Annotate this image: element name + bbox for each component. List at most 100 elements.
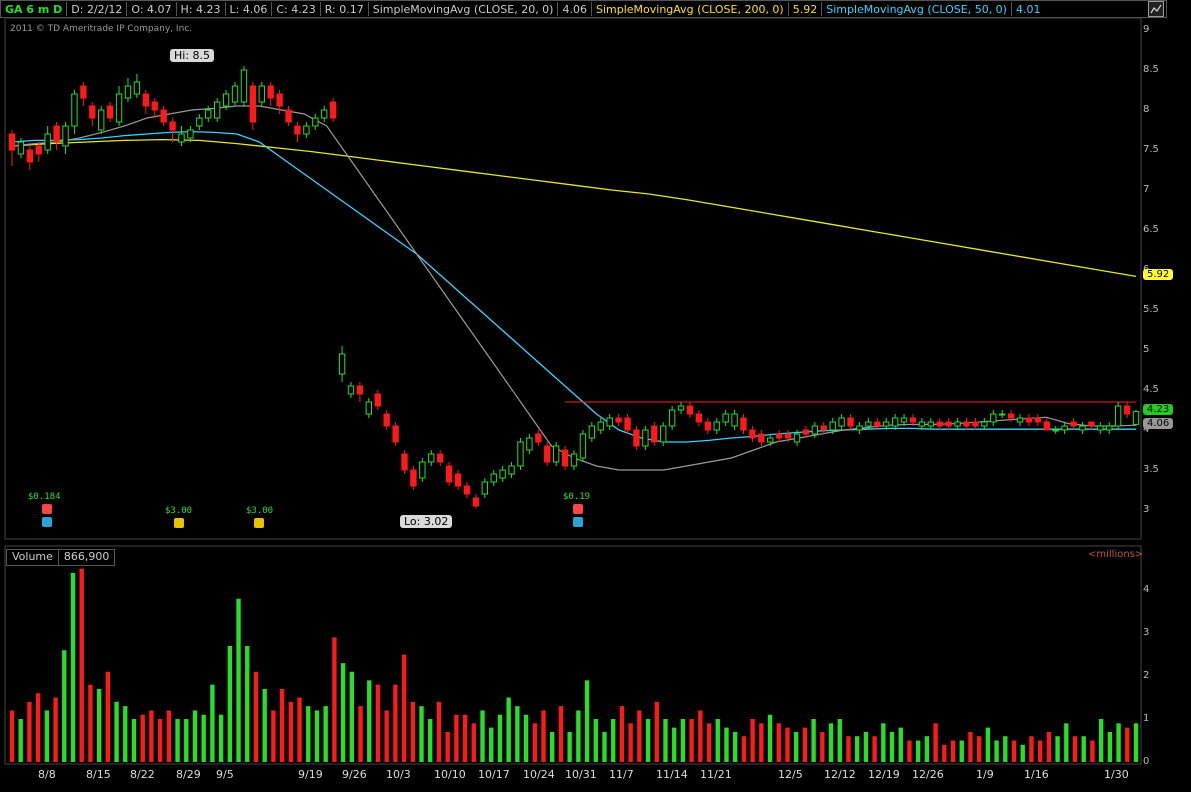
date-tick: 12/26 <box>912 768 944 781</box>
candle-body <box>918 421 926 427</box>
dividend-icon[interactable] <box>42 504 52 514</box>
candle-body <box>71 93 78 127</box>
price-chart[interactable] <box>0 0 1191 792</box>
volume-bar <box>27 701 32 762</box>
candle-body <box>401 453 408 471</box>
candle-body <box>883 421 890 427</box>
candle-body <box>624 417 631 431</box>
candle-body <box>249 85 257 123</box>
candle-body <box>472 497 480 507</box>
volume-bar <box>306 706 311 762</box>
candle-body <box>312 117 319 127</box>
candle-body <box>392 425 399 443</box>
candle-body <box>847 417 854 427</box>
volume-bar <box>332 637 337 762</box>
candle-body <box>579 433 587 459</box>
candle-body <box>222 93 230 107</box>
dividend-icon[interactable] <box>254 518 264 528</box>
candle-body <box>561 449 569 467</box>
candle-body <box>62 125 69 147</box>
candle-body <box>802 429 810 435</box>
volume-bar <box>1116 723 1121 762</box>
candle-body <box>329 101 337 119</box>
volume-bar <box>323 706 328 762</box>
dividend-icon[interactable] <box>573 517 583 527</box>
dividend-icon[interactable] <box>42 517 52 527</box>
volume-tick: 2 <box>1143 670 1150 682</box>
candle-body <box>606 417 613 427</box>
candle-body <box>240 69 248 103</box>
candle-body <box>927 421 935 427</box>
volume-bar <box>698 710 703 762</box>
date-tick: 10/3 <box>386 768 411 781</box>
volume-bar <box>759 723 764 762</box>
candle-body <box>704 421 711 431</box>
volume-bar <box>454 714 459 762</box>
candle-body <box>89 105 96 119</box>
candle-body <box>1088 421 1095 427</box>
candle-body <box>347 385 355 395</box>
volume-bar <box>1011 740 1017 762</box>
candle-body <box>8 133 16 151</box>
candle-body <box>1007 413 1015 419</box>
volume-bar <box>637 710 642 762</box>
volume-bar <box>611 719 616 762</box>
volume-bar <box>794 731 799 762</box>
candle-body <box>775 433 783 439</box>
volume-label[interactable]: Volume <box>7 550 58 565</box>
candle-body <box>115 93 123 123</box>
volume-bar <box>593 719 598 762</box>
price-tick: 9 <box>1143 24 1150 35</box>
volume-bar <box>619 706 625 762</box>
candle-body <box>660 425 667 443</box>
volume-bar <box>393 684 398 762</box>
volume-bar <box>680 719 686 762</box>
date-tick: 1/30 <box>1104 768 1129 781</box>
volume-bar <box>218 714 224 762</box>
candle-body <box>1079 425 1086 431</box>
candle-body <box>321 109 328 119</box>
volume-bar <box>340 663 346 762</box>
candle-body <box>811 425 819 435</box>
candle-body <box>891 417 899 427</box>
dividend-icon[interactable] <box>174 518 184 528</box>
volume-bar <box>1133 723 1139 762</box>
volume-bar <box>1029 736 1034 762</box>
volume-bar <box>837 719 842 762</box>
candle-body <box>1034 417 1042 423</box>
candle-body <box>1025 417 1033 423</box>
volume-bar <box>401 654 407 762</box>
volume-bar <box>1081 736 1086 762</box>
volume-bar <box>384 710 389 762</box>
volume-bar <box>35 693 41 762</box>
volume-bar <box>297 697 302 762</box>
volume-bar <box>942 744 947 762</box>
candle-body <box>17 141 25 155</box>
volume-bar <box>245 645 250 762</box>
date-tick: 9/5 <box>216 768 234 781</box>
candle-body <box>945 421 952 427</box>
candle-body <box>829 421 836 431</box>
candle-body <box>454 473 462 487</box>
candle-body <box>44 133 51 151</box>
candle-body <box>865 421 872 427</box>
candle-body <box>106 105 114 119</box>
volume-bar <box>1072 736 1078 762</box>
volume-bar <box>123 706 128 762</box>
volume-bar <box>70 572 76 762</box>
date-tick: 10/24 <box>523 768 555 781</box>
volume-bar <box>968 731 973 762</box>
volume-bar <box>959 740 964 762</box>
volume-tick: 3 <box>1143 627 1150 639</box>
volume-bar <box>881 723 886 762</box>
candle-body <box>142 93 149 107</box>
candle-body <box>1114 405 1122 427</box>
dividend-label: $0.184 <box>28 492 61 502</box>
candle-body <box>205 109 212 119</box>
volume-bar <box>62 650 67 762</box>
volume-bar <box>811 719 816 762</box>
price-tick: 4.5 <box>1143 384 1159 395</box>
volume-bar <box>741 736 747 762</box>
candle-body <box>356 385 364 395</box>
dividend-icon[interactable] <box>573 504 583 514</box>
